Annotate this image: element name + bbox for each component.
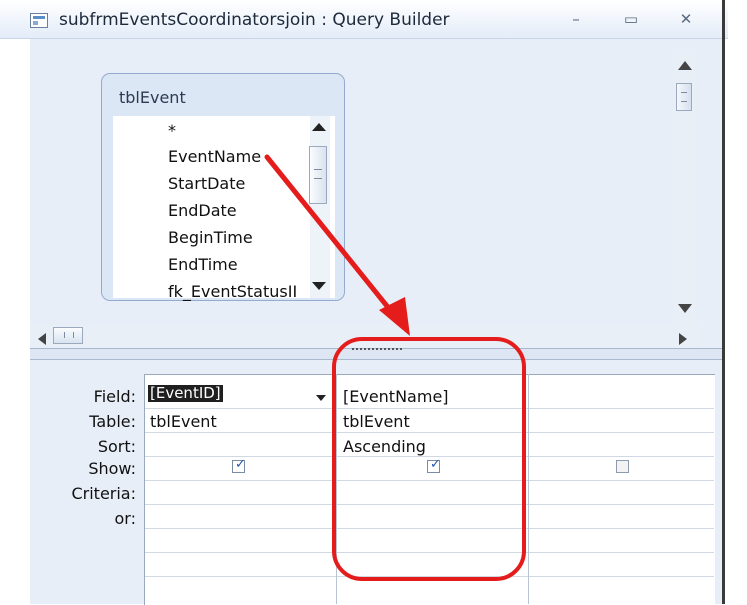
annotation-highlight-box xyxy=(332,337,526,581)
annotation-overlay xyxy=(264,154,526,581)
annotation-arrow xyxy=(264,154,402,324)
query-builder-window: subfrmEventsCoordinatorsjoin : Query Bui… xyxy=(0,0,728,605)
